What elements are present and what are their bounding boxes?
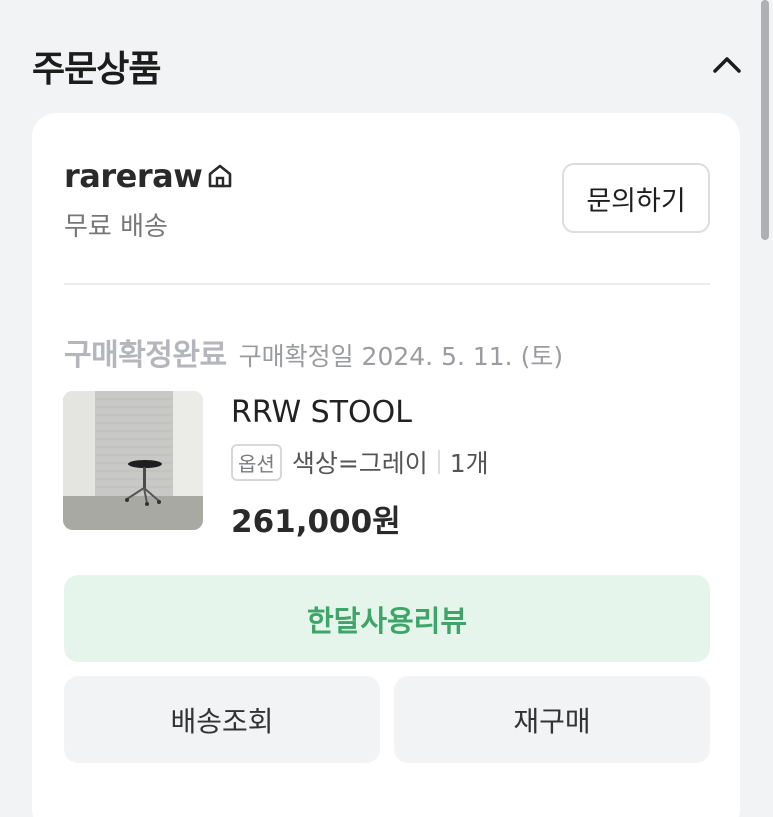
option-text: 색상=그레이 bbox=[291, 449, 428, 478]
shipping-info: 무료 배송 bbox=[64, 212, 168, 242]
shop-name-row[interactable]: rareraw bbox=[64, 157, 234, 195]
order-card: rareraw 무료 배송 문의하기 구매확정완료 구매확정일 2024. 5.… bbox=[32, 113, 740, 817]
product-thumbnail[interactable] bbox=[63, 391, 203, 530]
rebuy-button[interactable]: 재구매 bbox=[394, 676, 710, 763]
section-header: 주문상품 bbox=[0, 0, 773, 112]
collapse-button[interactable] bbox=[706, 46, 748, 82]
order-status: 구매확정완료 bbox=[64, 338, 227, 373]
quantity: 1개 bbox=[449, 449, 489, 478]
shop-name[interactable]: rareraw bbox=[64, 157, 203, 195]
section-title: 주문상품 bbox=[32, 49, 161, 90]
home-icon[interactable] bbox=[206, 162, 234, 190]
confirm-date: 구매확정일 2024. 5. 11. (토) bbox=[238, 342, 564, 371]
option-separator bbox=[437, 450, 440, 474]
option-badge: 옵션 bbox=[231, 443, 282, 481]
track-delivery-button[interactable]: 배송조회 bbox=[64, 676, 380, 763]
scrollbar[interactable] bbox=[761, 0, 769, 240]
divider bbox=[64, 283, 710, 285]
inquiry-button[interactable]: 문의하기 bbox=[562, 163, 710, 233]
chevron-up-icon bbox=[713, 57, 741, 73]
review-button[interactable]: 한달사용리뷰 bbox=[64, 575, 710, 662]
product-name[interactable]: RRW STOOL bbox=[231, 395, 412, 430]
order-status-row: 구매확정완료 구매확정일 2024. 5. 11. (토) bbox=[64, 330, 563, 374]
order-items-page: 주문상품 rareraw 무료 배송 문의하기 구매확정완료 구매확정일 202… bbox=[0, 0, 773, 817]
option-row: 옵션 색상=그레이 1개 bbox=[231, 443, 489, 481]
product-price: 261,000원 bbox=[231, 504, 401, 540]
